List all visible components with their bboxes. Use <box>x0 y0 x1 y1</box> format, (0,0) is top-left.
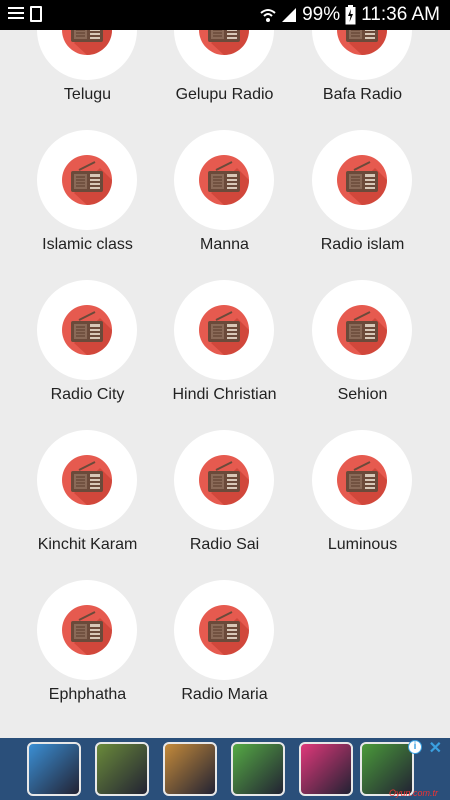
radio-icon <box>337 30 387 55</box>
list-icon <box>8 6 24 20</box>
ad-thumbnail[interactable] <box>231 742 285 796</box>
station-label: Sehion <box>337 386 388 403</box>
station-label: Ephphatha <box>48 686 127 703</box>
station-icon-circle[interactable] <box>37 430 137 530</box>
ad-banner[interactable]: i ✕ Oyun.com.tr <box>0 738 450 800</box>
station-icon-circle[interactable] <box>312 130 412 230</box>
station-icon-circle[interactable] <box>174 580 274 680</box>
station-icon-circle[interactable] <box>37 580 137 680</box>
station-tile[interactable]: Manna <box>156 130 293 280</box>
station-tile[interactable]: Radio City <box>19 280 156 430</box>
ad-close-icon[interactable]: ✕ <box>429 738 442 758</box>
radio-icon <box>62 305 112 355</box>
radio-icon <box>62 605 112 655</box>
station-icon-circle[interactable] <box>174 130 274 230</box>
station-icon-circle[interactable] <box>174 280 274 380</box>
station-tile[interactable]: Gelupu Radio <box>156 30 293 130</box>
station-tile[interactable]: Bafa Radio <box>294 30 431 130</box>
station-tile[interactable]: Radio Maria <box>156 580 293 730</box>
station-label: Hindi Christian <box>172 386 277 403</box>
station-tile[interactable]: Radio islam <box>294 130 431 280</box>
station-label: Radio City <box>50 386 125 403</box>
radio-icon <box>199 30 249 55</box>
radio-icon <box>199 605 249 655</box>
station-label: Islamic class <box>42 236 133 253</box>
radio-icon <box>337 455 387 505</box>
ad-thumbnail[interactable] <box>27 742 81 796</box>
station-icon-circle[interactable] <box>37 280 137 380</box>
status-bar: 99% 11:36 AM <box>0 0 450 30</box>
ad-watermark: Oyun.com.tr <box>388 788 438 798</box>
station-icon-circle[interactable] <box>312 280 412 380</box>
station-icon-circle[interactable] <box>312 30 412 80</box>
station-label: Telugu <box>63 86 112 103</box>
station-tile[interactable]: Sehion <box>294 280 431 430</box>
radio-icon <box>337 305 387 355</box>
station-tile[interactable]: Radio Sai <box>156 430 293 580</box>
station-tile[interactable]: Hindi Christian <box>156 280 293 430</box>
document-icon <box>30 6 42 22</box>
ad-thumbnail[interactable] <box>299 742 353 796</box>
radio-icon <box>337 155 387 205</box>
station-icon-circle[interactable] <box>37 130 137 230</box>
station-label: Bafa Radio <box>322 86 403 103</box>
station-tile[interactable]: Luminous <box>294 430 431 580</box>
ad-info-icon[interactable]: i <box>408 740 422 754</box>
station-tile[interactable]: Kinchit Karam <box>19 430 156 580</box>
station-label: Radio Maria <box>181 686 268 703</box>
wifi-icon <box>260 7 276 23</box>
station-tile[interactable]: Telugu <box>19 30 156 130</box>
ad-thumbnail[interactable] <box>163 742 217 796</box>
station-label: Manna <box>200 236 249 253</box>
radio-icon <box>199 305 249 355</box>
radio-icon <box>199 455 249 505</box>
station-grid: Telugu Gelupu Radio Bafa Radio Islamic clas… <box>0 30 450 738</box>
radio-icon <box>199 155 249 205</box>
station-tile[interactable]: Islamic class <box>19 130 156 280</box>
station-icon-circle[interactable] <box>174 430 274 530</box>
station-label: Luminous <box>327 536 398 553</box>
status-time: 11:36 AM <box>361 4 440 25</box>
radio-icon <box>62 155 112 205</box>
station-label: Gelupu Radio <box>175 86 274 103</box>
radio-icon <box>62 455 112 505</box>
station-label: Radio Sai <box>189 536 260 553</box>
ad-thumbnail[interactable] <box>95 742 149 796</box>
station-icon-circle[interactable] <box>312 430 412 530</box>
signal-icon <box>281 7 297 23</box>
station-label: Kinchit Karam <box>37 536 138 553</box>
station-icon-circle[interactable] <box>37 30 137 80</box>
battery-percent: 99% <box>302 4 341 25</box>
radio-icon <box>62 30 112 55</box>
station-icon-circle[interactable] <box>174 30 274 80</box>
battery-charging-icon <box>345 5 356 25</box>
station-label: Radio islam <box>320 236 405 253</box>
station-tile[interactable]: Ephphatha <box>19 580 156 730</box>
